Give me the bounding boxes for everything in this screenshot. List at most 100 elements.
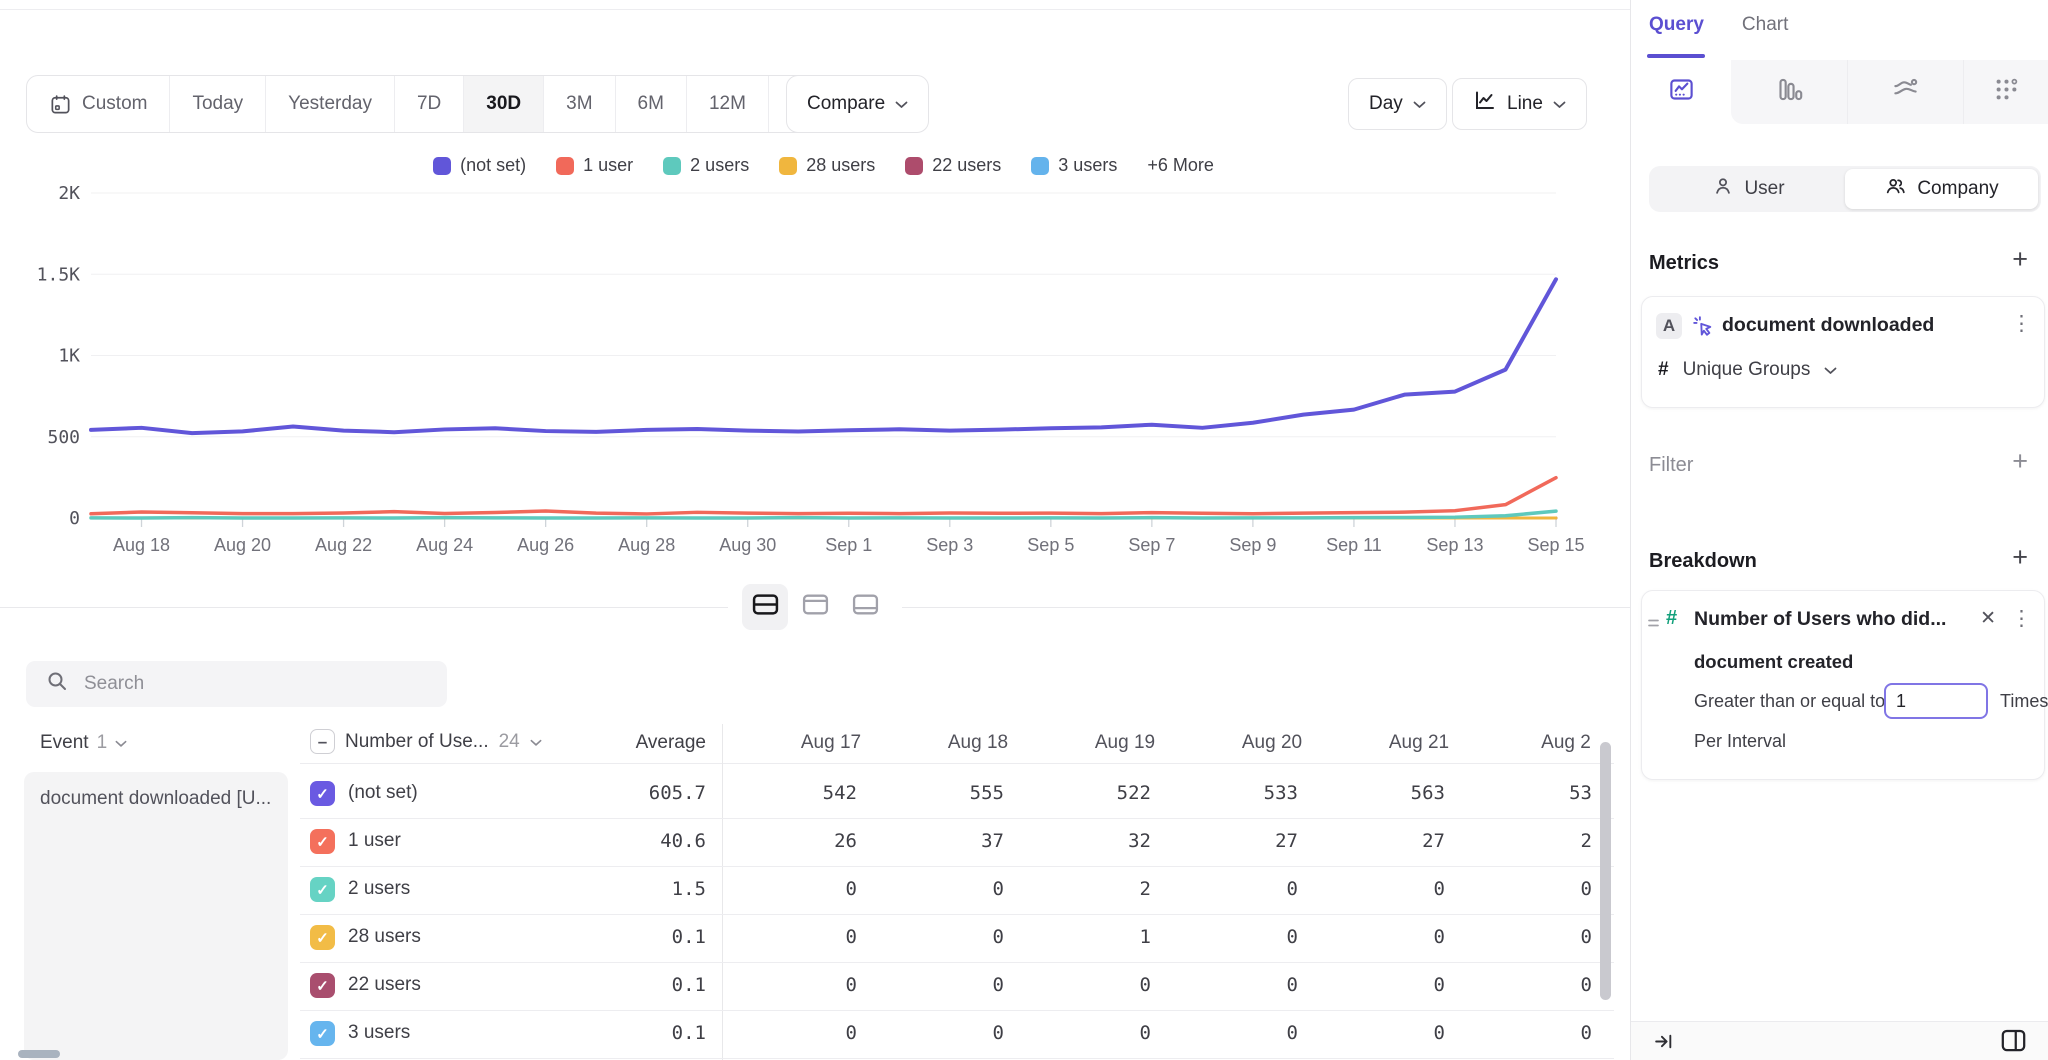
add-filter-button[interactable]: + [2012, 448, 2028, 475]
interval-button[interactable]: Day [1348, 78, 1447, 130]
row-checkbox[interactable]: ✓ [310, 973, 335, 998]
breakdown-card[interactable]: # Number of Users who did... ✕ ⋮ documen… [1641, 590, 2045, 780]
row-label: 22 users [348, 974, 421, 996]
breakdown-heading: Breakdown [1649, 550, 1757, 573]
table-row[interactable]: ✓28 users0.1001000 [300, 914, 1614, 963]
collapse-panel-icon[interactable] [1653, 1031, 1674, 1058]
range-6m[interactable]: 6M [616, 76, 687, 132]
table-row[interactable]: ✓3 users0.1000000 [300, 1010, 1614, 1059]
close-icon[interactable]: ✕ [1980, 607, 1996, 630]
metric-measure[interactable]: # Unique Groups [1658, 359, 1837, 381]
y-axis-label: 1K [58, 346, 80, 367]
layout-split-toggle[interactable] [742, 584, 788, 630]
metric-more-icon[interactable]: ⋮ [2011, 313, 2032, 334]
chevron-down-icon [1824, 359, 1837, 381]
horizontal-scrollbar[interactable] [18, 1050, 60, 1058]
row-checkbox[interactable]: ✓ [310, 829, 335, 854]
row-average: 40.6 [566, 830, 706, 852]
breakdown-more-icon[interactable]: ⋮ [2011, 608, 2032, 629]
times-value-input[interactable] [1884, 683, 1988, 719]
x-axis-label: Sep 1 [825, 535, 872, 555]
flow-tab[interactable] [1847, 60, 1963, 124]
table-row[interactable]: ✓2 users1.5002000 [300, 866, 1614, 915]
select-all-checkbox[interactable]: – [310, 729, 335, 754]
row-checkbox[interactable]: ✓ [310, 925, 335, 950]
panel-tab-chart[interactable]: Chart [1742, 14, 1788, 48]
line-tab[interactable] [1631, 60, 1731, 124]
value-cell: 0 [1031, 1022, 1151, 1044]
calendar-icon [49, 93, 72, 116]
range-today[interactable]: Today [170, 76, 266, 132]
event-list-item[interactable]: document downloaded [U... [24, 772, 288, 1060]
event-count: 1 [97, 732, 108, 754]
user-toggle[interactable]: User [1652, 169, 1845, 209]
x-axis-label: Aug 20 [214, 535, 271, 555]
company-toggle[interactable]: Company [1845, 169, 2038, 209]
value-cell: 0 [737, 926, 857, 948]
range-30d[interactable]: 30D [464, 76, 544, 132]
panel-tab-query[interactable]: Query [1649, 14, 1704, 48]
range-label: Custom [82, 93, 147, 115]
range-3m[interactable]: 3M [544, 76, 615, 132]
row-checkbox[interactable]: ✓ [310, 781, 335, 806]
table-row[interactable]: ✓1 user40.626373227272 [300, 818, 1614, 867]
value-cell: 555 [884, 782, 1004, 804]
bar-tab[interactable] [1731, 60, 1847, 124]
range-12m[interactable]: 12M [687, 76, 769, 132]
compare-button[interactable]: Compare [786, 75, 929, 133]
line-tab-icon [1668, 76, 1695, 109]
drag-handle-icon[interactable] [1647, 613, 1660, 635]
chart-type-label: Line [1507, 93, 1543, 115]
breakdown-event-name: document created [1694, 651, 1853, 673]
event-header-label: Event [40, 732, 89, 754]
add-breakdown-button[interactable]: + [2012, 544, 2028, 571]
dots-tab[interactable] [1963, 60, 2048, 124]
range-label: 6M [638, 93, 664, 115]
range-7d[interactable]: 7D [395, 76, 464, 132]
row-checkbox[interactable]: ✓ [310, 1021, 335, 1046]
metrics-heading: Metrics [1649, 252, 1719, 275]
query-panel: QueryChart User Company Metrics + A [1630, 0, 2048, 1060]
value-cell: 26 [737, 830, 857, 852]
breakdown-condition-label: Greater than or equal to [1694, 691, 1885, 712]
add-metric-button[interactable]: + [2012, 246, 2028, 273]
value-cell: 0 [1325, 926, 1445, 948]
average-column-header: Average [566, 732, 706, 754]
times-unit-label: Times [2000, 691, 2048, 712]
range-label: 12M [709, 93, 746, 115]
search-input[interactable] [82, 672, 386, 696]
event-column-header[interactable]: Event 1 [40, 732, 127, 754]
panel-footer [1631, 1021, 2048, 1060]
table-row[interactable]: ✓(not set)605.754255552253356353 [300, 770, 1614, 819]
layout-bottom-toggle[interactable] [842, 584, 888, 630]
date-range-group: CustomTodayYesterday7D30D3M6M12MXTD [26, 75, 875, 133]
x-axis-label: Sep 15 [1527, 535, 1584, 555]
range-yesterday[interactable]: Yesterday [266, 76, 395, 132]
metric-event-name: document downloaded [1722, 314, 1934, 337]
range-label: Yesterday [288, 93, 372, 115]
value-cell: 37 [884, 830, 1004, 852]
metric-card[interactable]: A document downloaded ⋮ # Unique Groups [1641, 296, 2045, 408]
series-column-header[interactable]: – Number of Use... 24 [310, 729, 542, 754]
value-cell: 533 [1178, 782, 1298, 804]
range-custom[interactable]: Custom [27, 76, 170, 132]
dots-tab-icon [1993, 76, 2020, 109]
hash-icon: # [1658, 359, 1669, 381]
value-cell: 0 [1472, 926, 1592, 948]
layout-top-toggle[interactable] [792, 584, 838, 630]
chart-type-button[interactable]: Line [1452, 78, 1587, 130]
split-view-icon[interactable] [2000, 1028, 2027, 1059]
value-cell: 53 [1472, 782, 1592, 804]
table-row[interactable]: ✓22 users0.1000000 [300, 962, 1614, 1011]
row-label: 28 users [348, 926, 421, 948]
search-box[interactable] [26, 661, 447, 707]
row-checkbox[interactable]: ✓ [310, 877, 335, 902]
measure-label: Unique Groups [1683, 359, 1811, 381]
vertical-scrollbar[interactable] [1600, 742, 1611, 1000]
person-icon [1712, 175, 1734, 203]
series-count: 24 [499, 731, 520, 753]
value-cell: 0 [1472, 878, 1592, 900]
series-line [91, 279, 1556, 433]
value-cell: 0 [1325, 878, 1445, 900]
x-axis-label: Sep 7 [1128, 535, 1175, 555]
